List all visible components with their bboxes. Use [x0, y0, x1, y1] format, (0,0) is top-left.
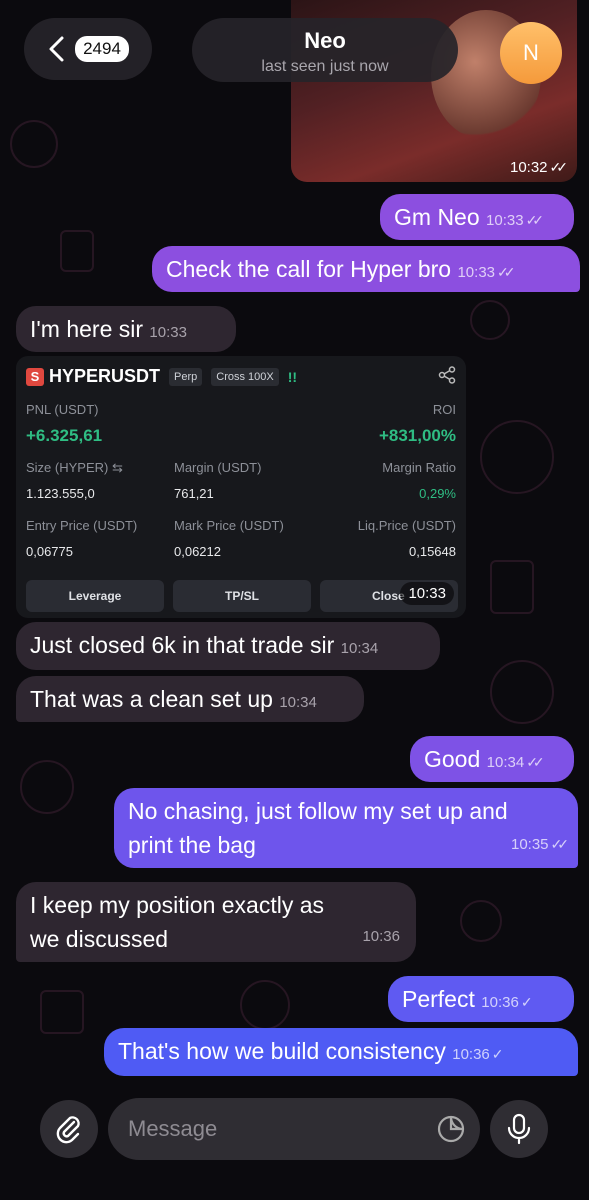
paperclip-icon — [56, 1116, 80, 1144]
liq-price-value: 0,15648 — [409, 544, 456, 559]
size-value: 1.123.555,0 — [26, 486, 95, 501]
margin-value: 761,21 — [174, 486, 214, 501]
message-text: Check the call for Hyper bro — [166, 256, 452, 282]
background-doodle — [480, 420, 554, 494]
message-bubble-out[interactable]: That's how we build consistency 10:36 ✓ — [104, 1028, 578, 1076]
message-bubble-in[interactable]: Just closed 6k in that trade sir 10:34 — [16, 622, 440, 670]
background-doodle — [10, 120, 58, 168]
message-bubble-out[interactable]: Perfect 10:36 ✓ — [388, 976, 574, 1022]
liq-price-label: Liq.Price (USDT) — [357, 518, 456, 533]
message-bubble-out[interactable]: Check the call for Hyper bro 10:33 ✓✓ — [152, 246, 580, 292]
chat-header: 2494 Neo last seen just now N — [0, 0, 589, 100]
message-text: That's how we build consistency — [118, 1038, 446, 1064]
chevron-left-icon — [49, 36, 64, 62]
background-doodle — [240, 980, 290, 1030]
message-input[interactable] — [126, 1115, 420, 1143]
roi-label: ROI — [432, 402, 456, 417]
background-doodle — [470, 300, 510, 340]
share-icon — [438, 366, 456, 384]
unread-count-badge: 2494 — [75, 36, 129, 62]
entry-price-value: 0,06775 — [26, 544, 73, 559]
check-icon: ✓ — [520, 994, 533, 1010]
background-doodle — [490, 660, 554, 724]
message-bubble-out[interactable]: Good 10:34 ✓✓ — [410, 736, 574, 782]
message-text: Perfect — [402, 986, 475, 1012]
sticker-icon[interactable] — [436, 1114, 466, 1144]
message-time: 10:34 ✓✓ — [486, 754, 545, 771]
message-time: 10:33 ✓✓ — [486, 212, 545, 229]
pnl-value: +6.325,61 — [26, 426, 103, 445]
roi-value: +831,00% — [378, 426, 456, 445]
message-time: 10:34 — [279, 694, 317, 711]
avatar[interactable]: N — [500, 22, 562, 84]
entry-price-label: Entry Price (USDT) — [26, 518, 138, 533]
leverage-button[interactable]: Leverage — [26, 580, 164, 612]
check-icon: ✓ — [491, 1046, 504, 1062]
double-check-icon: ✓✓ — [497, 264, 516, 280]
message-text: I keep my position exactly as we discuss… — [30, 892, 325, 952]
message-time: 10:32 ✓✓ — [509, 159, 568, 176]
margin-mode: Cross 100X — [211, 367, 279, 386]
message-time: 10:33 ✓✓ — [457, 264, 516, 281]
message-text: Just closed 6k in that trade sir — [30, 632, 335, 658]
voice-message-button[interactable] — [490, 1100, 548, 1158]
exchange-logo: S — [26, 367, 44, 386]
message-bubble-out[interactable]: No chasing, just follow my set up and pr… — [114, 788, 578, 868]
trade-header: S HYPERUSDT Perp Cross 100X !! — [26, 366, 297, 387]
contact-name: Neo — [304, 28, 346, 53]
trade-screenshot-card[interactable]: S HYPERUSDT Perp Cross 100X !! PNL (USDT… — [16, 356, 466, 618]
mark-price-value: 0,06212 — [174, 544, 221, 559]
trade-symbol: HYPERUSDT — [49, 366, 161, 386]
message-time: 10:33 — [400, 582, 454, 605]
message-bubble-in[interactable]: I'm here sir 10:33 — [16, 306, 236, 352]
background-doodle — [460, 900, 502, 942]
background-doodle — [60, 230, 94, 272]
size-label: Size (HYPER) ⇆ — [26, 460, 123, 475]
double-check-icon: ✓✓ — [550, 836, 570, 852]
margin-label: Margin (USDT) — [174, 460, 262, 475]
message-bubble-in[interactable]: That was a clean set up 10:34 — [16, 676, 364, 722]
background-doodle — [20, 760, 74, 814]
double-check-icon: ✓✓ — [526, 754, 545, 770]
message-input-container[interactable] — [108, 1098, 480, 1160]
message-bubble-out[interactable]: Gm Neo 10:33 ✓✓ — [380, 194, 574, 240]
message-time: 10:35 ✓✓ — [510, 836, 570, 853]
microphone-icon — [507, 1113, 531, 1145]
message-time: 10:36 ✓ — [481, 994, 533, 1011]
contact-status: last seen just now — [261, 58, 389, 75]
message-text: No chasing, just follow my set up and pr… — [128, 798, 508, 858]
mark-price-label: Mark Price (USDT) — [174, 518, 284, 533]
pnl-label: PNL (USDT) — [26, 402, 99, 417]
background-doodle — [40, 990, 84, 1034]
chat-title[interactable]: Neo last seen just now — [192, 18, 458, 82]
tpsl-button[interactable]: TP/SL — [173, 580, 311, 612]
attach-button[interactable] — [40, 1100, 98, 1158]
margin-ratio-label: Margin Ratio — [382, 460, 456, 475]
message-text: I'm here sir — [30, 316, 144, 342]
margin-ratio-value: 0,29% — [419, 486, 456, 501]
back-button[interactable]: 2494 — [24, 18, 152, 80]
message-text: Gm Neo — [394, 204, 480, 230]
message-time: 10:34 — [340, 640, 379, 657]
message-time: 10:36 — [362, 928, 400, 945]
background-doodle — [490, 560, 534, 614]
message-text: Good — [424, 746, 481, 772]
double-check-icon: ✓✓ — [525, 212, 545, 228]
message-bubble-in[interactable]: I keep my position exactly as we discuss… — [16, 882, 416, 962]
contract-type: Perp — [169, 367, 203, 386]
message-time: 10:33 — [149, 324, 187, 341]
alert-marker: !! — [287, 368, 298, 385]
message-time: 10:36 ✓ — [452, 1046, 504, 1063]
message-text: That was a clean set up — [30, 686, 273, 712]
